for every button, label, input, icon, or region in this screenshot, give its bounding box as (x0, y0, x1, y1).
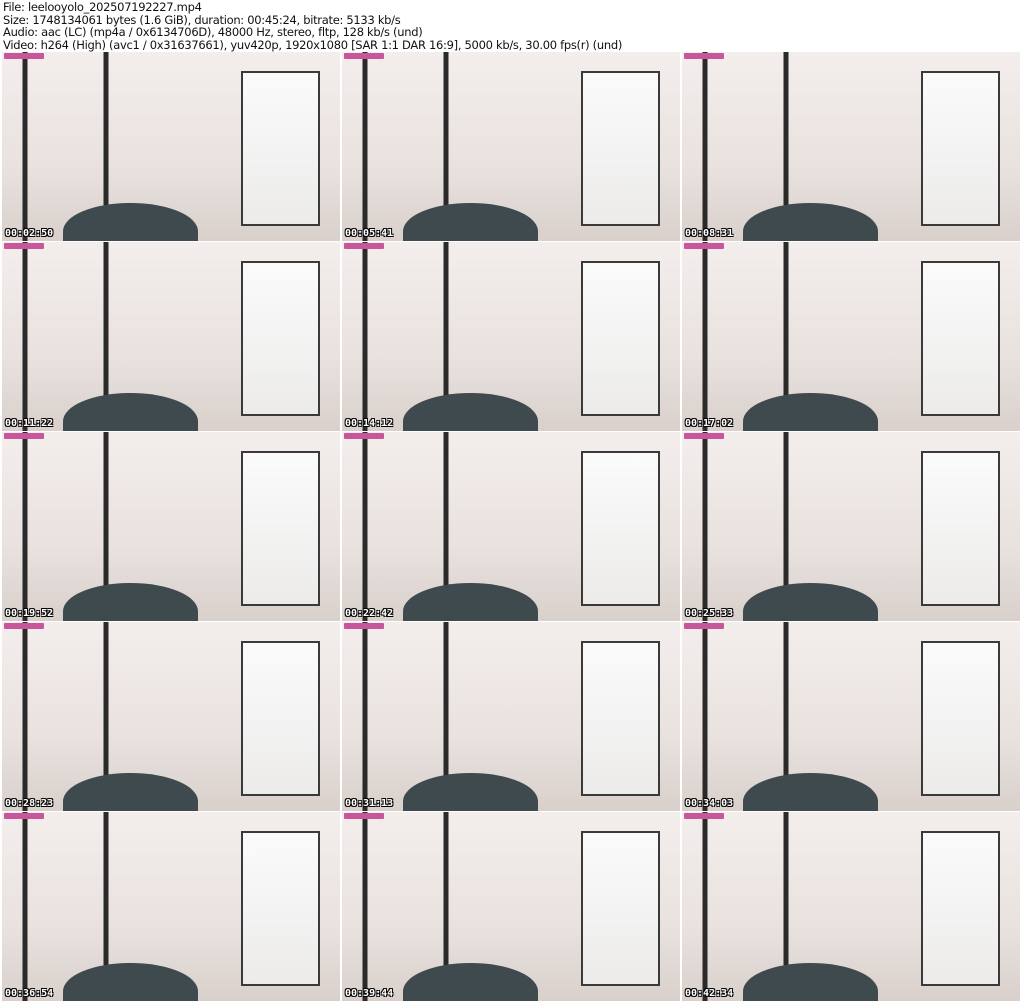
chair (402, 583, 539, 621)
thumbnail-timestamp: 00:17:02 (685, 417, 734, 429)
thumbnail-timestamp: 00:39:44 (345, 987, 394, 999)
window-frame (581, 641, 660, 797)
watermark-badge (4, 53, 44, 59)
window-frame (241, 70, 320, 226)
window-frame (921, 831, 1000, 987)
window-frame (921, 70, 1000, 226)
file-name: File: leelooyolo_202507192227.mp4 (3, 0, 202, 14)
file-info-header: File: leelooyolo_202507192227.mp4 Size: … (3, 1, 622, 51)
chair (402, 202, 539, 241)
chair (402, 392, 539, 431)
window-frame (241, 451, 320, 606)
chair (62, 963, 199, 1001)
window-frame (581, 70, 660, 226)
window-frame (241, 831, 320, 987)
video-thumbnail: 00:02:50 (2, 52, 340, 241)
chair (742, 583, 879, 621)
thumbnail-timestamp: 00:25:33 (685, 607, 734, 619)
video-thumbnail: 00:19:52 (2, 432, 340, 621)
video-thumbnail: 00:28:23 (2, 622, 340, 811)
watermark-badge (344, 433, 384, 440)
thumbnail-timestamp: 00:42:34 (685, 987, 734, 999)
chair (742, 392, 879, 431)
chair (742, 963, 879, 1001)
chair (62, 202, 199, 241)
thumbnail-timestamp: 00:05:41 (345, 227, 394, 239)
video-info: Video: h264 (High) (avc1 / 0x31637661), … (3, 37, 623, 52)
watermark-badge (344, 623, 384, 630)
watermark-badge (684, 623, 724, 630)
window-frame (581, 451, 660, 606)
watermark-badge (4, 813, 44, 820)
window-frame (241, 260, 320, 416)
chair (62, 392, 199, 431)
thumbnail-timestamp: 00:02:50 (5, 227, 54, 239)
thumbnail-timestamp: 00:28:23 (5, 797, 54, 809)
chair (402, 963, 539, 1001)
watermark-badge (684, 243, 724, 250)
thumbnail-timestamp: 00:34:03 (685, 797, 734, 809)
video-thumbnail: 00:42:34 (682, 812, 1020, 1001)
video-thumbnail: 00:31:13 (342, 622, 680, 811)
chair (742, 202, 879, 241)
thumbnail-timestamp: 00:14:12 (345, 417, 394, 429)
video-thumbnail: 00:14:12 (342, 242, 680, 431)
window-frame (921, 641, 1000, 797)
thumbnail-timestamp: 00:31:13 (345, 797, 394, 809)
window-frame (921, 260, 1000, 416)
video-thumbnail: 00:11:22 (2, 242, 340, 431)
window-frame (581, 831, 660, 987)
thumbnail-timestamp: 00:36:54 (5, 987, 54, 999)
chair (62, 773, 199, 811)
video-thumbnail: 00:22:42 (342, 432, 680, 621)
chair (402, 773, 539, 811)
video-thumbnail: 00:05:41 (342, 52, 680, 241)
watermark-badge (4, 623, 44, 630)
thumbnail-grid: 00:02:50 00:05:41 00:08:31 00:11:22 00:14:12… (2, 52, 1020, 1001)
window-frame (921, 451, 1000, 606)
chair (742, 773, 879, 811)
watermark-badge (684, 53, 724, 59)
video-thumbnail: 00:39:44 (342, 812, 680, 1001)
watermark-badge (684, 433, 724, 440)
video-thumbnail: 00:08:31 (682, 52, 1020, 241)
thumbnail-timestamp: 00:11:22 (5, 417, 54, 429)
window-frame (581, 260, 660, 416)
chair (62, 583, 199, 621)
watermark-badge (344, 813, 384, 820)
thumbnail-timestamp: 00:08:31 (685, 227, 734, 239)
window-frame (241, 641, 320, 797)
thumbnail-timestamp: 00:22:42 (345, 607, 394, 619)
video-thumbnail: 00:34:03 (682, 622, 1020, 811)
audio-info: Audio: aac (LC) (mp4a / 0x6134706D), 480… (3, 25, 423, 39)
video-thumbnail: 00:36:54 (2, 812, 340, 1001)
watermark-badge (344, 53, 384, 59)
thumbnail-timestamp: 00:19:52 (5, 607, 54, 619)
watermark-badge (344, 243, 384, 250)
video-thumbnail: 00:25:33 (682, 432, 1020, 621)
video-thumbnail: 00:17:02 (682, 242, 1020, 431)
watermark-badge (4, 433, 44, 440)
watermark-badge (4, 243, 44, 250)
watermark-badge (684, 813, 724, 820)
